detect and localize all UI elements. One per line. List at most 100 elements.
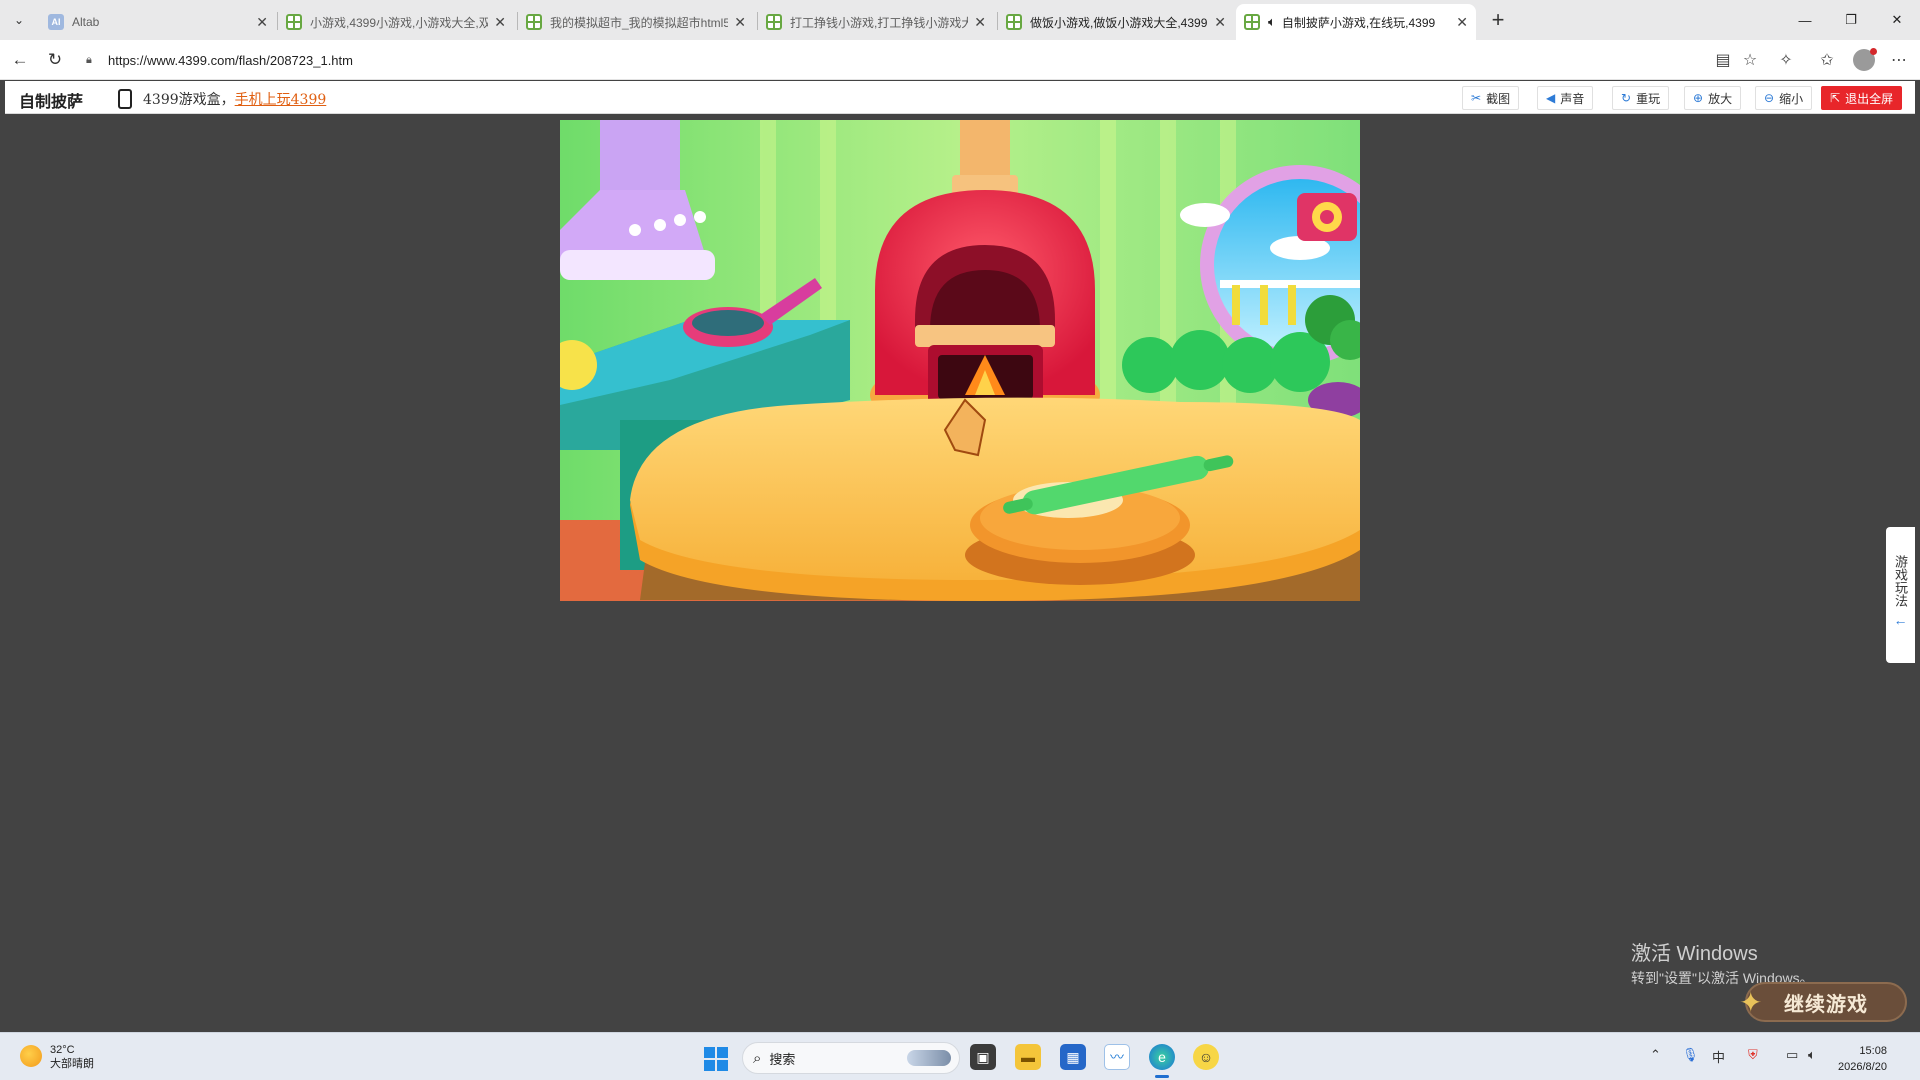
pizza-oven[interactable] bbox=[870, 190, 1100, 433]
favorites-button[interactable]: ✩ bbox=[1815, 48, 1839, 72]
volume-icon[interactable]: 🔈︎ bbox=[1808, 1047, 1816, 1063]
search-label: 搜索 bbox=[769, 1051, 796, 1067]
screenshot-button[interactable]: ✂ 截图 bbox=[1462, 86, 1520, 110]
tab-title: 小游戏,4399小游戏,小游戏大全,双 bbox=[310, 15, 489, 30]
side-tab-label: 游戏玩法 bbox=[1893, 555, 1908, 607]
game-app-icon[interactable]: ☺ bbox=[1193, 1044, 1219, 1070]
back-button[interactable]: ← bbox=[8, 48, 32, 72]
button-label: 退出全屏 bbox=[1845, 91, 1894, 106]
close-icon[interactable]: ✕ bbox=[256, 14, 268, 31]
scissors-icon: ✂ bbox=[1471, 91, 1482, 105]
close-icon[interactable]: ✕ bbox=[1456, 14, 1468, 31]
button-label: 重玩 bbox=[1636, 91, 1661, 106]
microphone-icon[interactable]: 🎙︎ bbox=[1682, 1047, 1699, 1063]
weather-widget[interactable]: 32°C 大部晴朗 bbox=[50, 1043, 94, 1071]
minimize-button[interactable]: — bbox=[1782, 0, 1828, 40]
badge-icon: ✦ bbox=[1739, 987, 1764, 1018]
continue-label: 继续游戏 bbox=[1784, 993, 1868, 1016]
start-button[interactable] bbox=[704, 1047, 728, 1071]
tab-altab[interactable]: AI Altab ✕ bbox=[40, 4, 276, 40]
speaker-icon: ◀︎ bbox=[1546, 91, 1556, 105]
favorites-icon: ✩ bbox=[1820, 52, 1834, 69]
more-icon: ⋯ bbox=[1891, 52, 1907, 69]
active-app-indicator bbox=[1155, 1075, 1169, 1078]
tab-cooking[interactable]: 做饭小游戏,做饭小游戏大全,4399 ✕ bbox=[998, 4, 1234, 40]
tab-title: Altab bbox=[72, 15, 100, 29]
new-tab-button[interactable]: + bbox=[1484, 6, 1512, 34]
clock-time: 15:08 bbox=[1859, 1045, 1887, 1057]
weather-temp: 32°C bbox=[50, 1044, 75, 1056]
url-text[interactable]: https://www.4399.com/flash/208723_1.htm bbox=[108, 53, 353, 68]
extensions-button[interactable]: ✧ bbox=[1774, 48, 1798, 72]
button-label: 声音 bbox=[1560, 91, 1585, 106]
file-explorer-icon[interactable]: ▬ bbox=[1015, 1044, 1041, 1070]
speaker-icon[interactable]: 🔈︎ bbox=[1268, 14, 1276, 30]
promo-text: 4399游戏盒，手机上玩4399 bbox=[143, 89, 326, 109]
more-button[interactable]: ⋯ bbox=[1887, 48, 1911, 72]
oven-chimney bbox=[960, 120, 1010, 180]
zoom-out-icon: ⊖ bbox=[1764, 91, 1775, 105]
close-icon[interactable]: ✕ bbox=[974, 14, 986, 31]
tab-work-money[interactable]: 打工挣钱小游戏,打工挣钱小游戏大 ✕ bbox=[758, 4, 994, 40]
gameplay-side-tab[interactable]: 游戏玩法 ← bbox=[1886, 527, 1915, 663]
network-icon[interactable]: ▭ bbox=[1786, 1047, 1798, 1063]
input-method-icon[interactable]: 中 bbox=[1712, 1047, 1725, 1066]
favorite-button[interactable]: ☆ bbox=[1738, 48, 1762, 72]
game-canvas[interactable] bbox=[560, 120, 1360, 601]
tab-strip: ⌄ AI Altab ✕ 小游戏,4399小游戏,小游戏大全,双 ✕ 我的模拟超… bbox=[0, 0, 1920, 40]
tab-actions-menu[interactable]: ⌄ bbox=[6, 8, 32, 32]
weather-icon[interactable] bbox=[20, 1045, 42, 1067]
close-icon[interactable]: ✕ bbox=[734, 14, 746, 31]
lock-icon[interactable]: 🔒︎ bbox=[86, 54, 98, 67]
4399-icon bbox=[1006, 14, 1022, 30]
chevron-up-icon[interactable]: ⌃ bbox=[1650, 1047, 1661, 1063]
4399-icon bbox=[526, 14, 542, 30]
tab-supermarket[interactable]: 我的模拟超市_我的模拟超市html5 ✕ bbox=[518, 4, 754, 40]
button-label: 缩小 bbox=[1779, 91, 1804, 106]
exit-fullscreen-button[interactable]: ⇱ 退出全屏 bbox=[1821, 86, 1903, 110]
arrow-left-icon: ← bbox=[1893, 612, 1908, 628]
button-label: 截图 bbox=[1486, 91, 1511, 106]
clock[interactable]: 15:08 2026/8/20 bbox=[1838, 1043, 1887, 1075]
zoom-in-button[interactable]: ⊕ 放大 bbox=[1684, 86, 1742, 110]
game-scene[interactable] bbox=[560, 120, 1360, 601]
search-highlight-image bbox=[907, 1050, 951, 1066]
reload-button[interactable]: ↻ bbox=[43, 48, 67, 72]
refresh-icon: ↻ bbox=[1621, 91, 1632, 105]
star-icon: ☆ bbox=[1742, 52, 1758, 69]
reader-icon: ▤ bbox=[1715, 52, 1731, 69]
taskbar-search[interactable]: ⌕ 搜索 bbox=[742, 1042, 960, 1074]
notification-dot bbox=[1870, 48, 1877, 55]
reader-mode-button[interactable]: ▤ bbox=[1711, 48, 1735, 72]
tab-title: 做饭小游戏,做饭小游戏大全,4399 bbox=[1030, 15, 1208, 30]
close-window-button[interactable]: ✕ bbox=[1874, 0, 1920, 40]
settings-button[interactable] bbox=[1297, 193, 1357, 241]
task-view-icon[interactable]: ▣ bbox=[970, 1044, 996, 1070]
store-icon[interactable]: ▦ bbox=[1060, 1044, 1086, 1070]
zoom-in-icon: ⊕ bbox=[1693, 91, 1704, 105]
4399-icon bbox=[766, 14, 782, 30]
close-icon[interactable]: ✕ bbox=[494, 14, 506, 31]
edge-browser-icon[interactable]: e bbox=[1149, 1044, 1175, 1070]
refresh-icon: ↻ bbox=[47, 50, 63, 69]
chevron-down-icon: ⌄ bbox=[13, 13, 25, 27]
button-label: 放大 bbox=[1708, 91, 1733, 106]
replay-button[interactable]: ↻ 重玩 bbox=[1612, 86, 1670, 110]
whiteboard-icon[interactable]: 〰 bbox=[1104, 1044, 1130, 1070]
tab-pizza[interactable]: 🔈︎ 自制披萨小游戏,在线玩,4399 ✕ bbox=[1236, 4, 1476, 40]
restore-button[interactable]: ❐ bbox=[1828, 0, 1874, 40]
sound-button[interactable]: ◀︎ 声音 bbox=[1537, 86, 1594, 110]
tab-4399-home[interactable]: 小游戏,4399小游戏,小游戏大全,双 ✕ bbox=[278, 4, 514, 40]
tab-title: 自制披萨小游戏,在线玩,4399 bbox=[1281, 15, 1436, 30]
url-field[interactable]: 🔒︎ https://www.4399.com/flash/208723_1.h… bbox=[76, 45, 1716, 75]
close-icon[interactable]: ✕ bbox=[1214, 14, 1226, 31]
continue-game-button[interactable]: ✦ 继续游戏 bbox=[1739, 982, 1907, 1022]
arrow-left-icon: ← bbox=[11, 50, 29, 69]
tab-title: 打工挣钱小游戏,打工挣钱小游戏大 bbox=[790, 15, 969, 30]
tab-title: 我的模拟超市_我的模拟超市html5 bbox=[550, 15, 729, 30]
antivirus-icon[interactable]: ⛨ bbox=[1748, 1047, 1758, 1063]
zoom-out-button[interactable]: ⊖ 缩小 bbox=[1755, 86, 1813, 110]
promo-link[interactable]: 手机上玩4399 bbox=[235, 92, 327, 108]
windows-activation-watermark: 激活 Windows 转到"设置"以激活 Windows。 bbox=[1631, 937, 1814, 988]
restore-icon: ❐ bbox=[1845, 12, 1857, 27]
